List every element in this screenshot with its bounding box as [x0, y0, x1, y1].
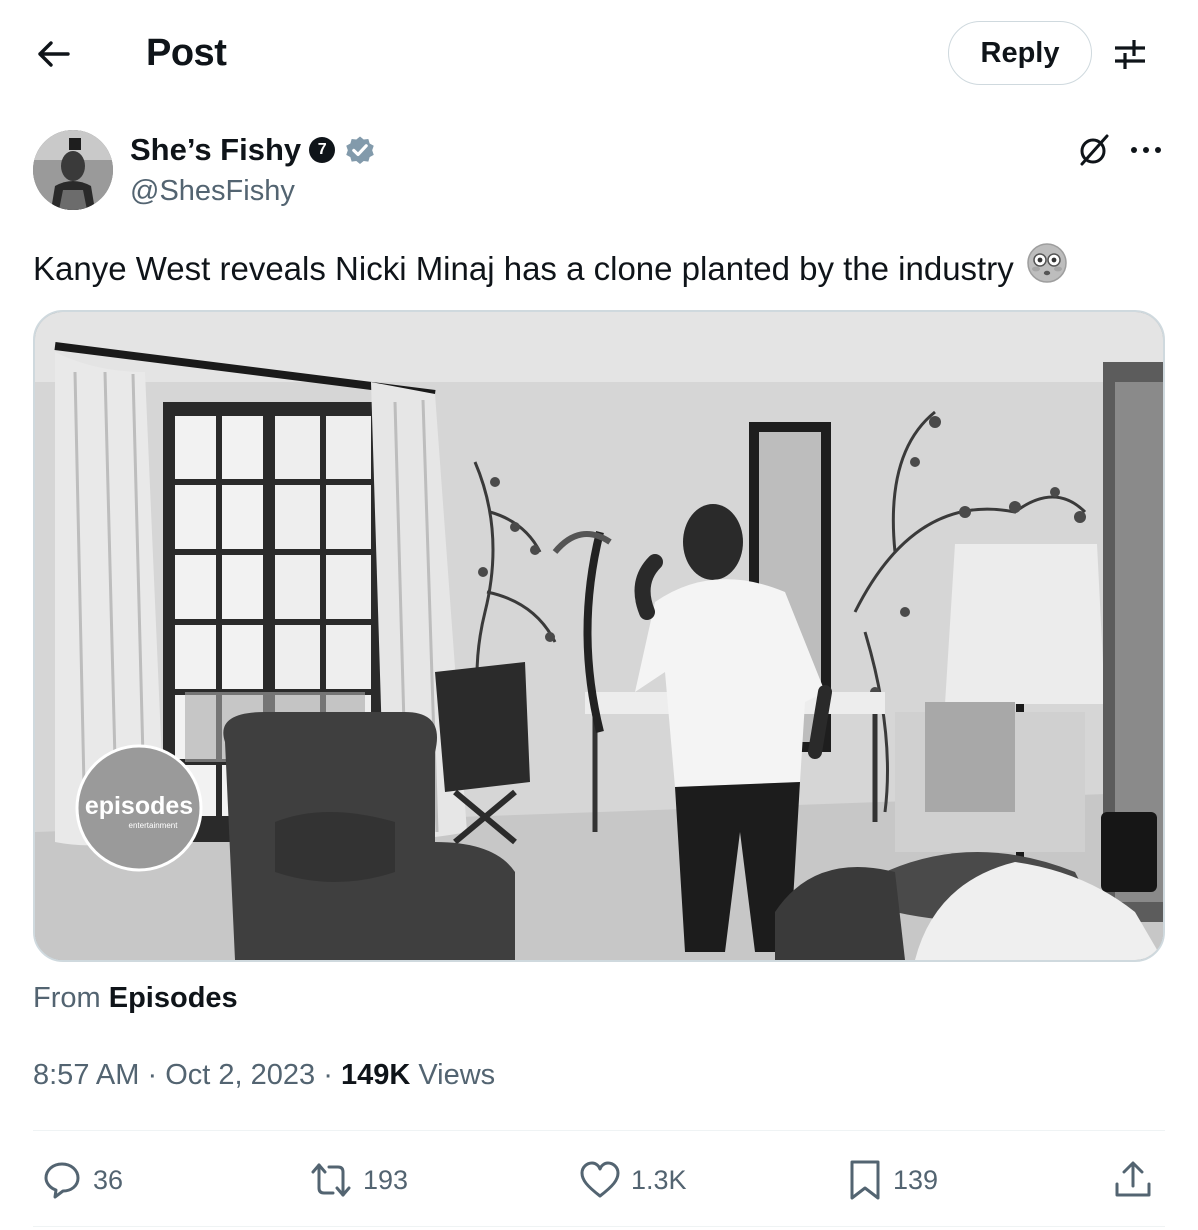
divider — [33, 1130, 1165, 1131]
bookmark-icon — [850, 1160, 880, 1200]
meta-separator: · — [323, 1059, 333, 1091]
watermark-text: episodes — [85, 792, 193, 820]
post-text: Kanye West reveals Nicki Minaj has a clo… — [33, 242, 1068, 295]
source-name: Episodes — [108, 982, 238, 1014]
sliders-icon — [1115, 40, 1145, 69]
affiliate-badge: 7 — [309, 137, 336, 163]
reply-action[interactable]: 36 — [41, 1152, 123, 1208]
settings-button[interactable] — [1106, 30, 1154, 78]
more-icon — [1131, 147, 1161, 153]
like-count: 1.3K — [631, 1164, 687, 1195]
meta-separator: · — [147, 1059, 158, 1091]
like-action[interactable]: 1.3K — [579, 1152, 687, 1208]
back-button[interactable] — [30, 30, 78, 78]
media-source[interactable]: From Episodes — [33, 980, 238, 1016]
repost-icon — [311, 1163, 351, 1197]
author-handle[interactable]: @ShesFishy — [130, 173, 295, 209]
reply-count: 36 — [93, 1164, 124, 1195]
source-prefix: From — [33, 982, 101, 1014]
top-bar: Post Reply — [0, 0, 1198, 106]
post-time[interactable]: 8:57 AM — [33, 1059, 139, 1091]
post-text-content: Kanye West reveals Nicki Minaj has a clo… — [33, 249, 1014, 287]
more-options-button[interactable] — [1124, 128, 1168, 172]
reply-button[interactable]: Reply — [948, 21, 1092, 85]
bookmark-count: 139 — [893, 1164, 939, 1195]
heart-icon — [580, 1161, 620, 1198]
post-date[interactable]: Oct 2, 2023 — [165, 1059, 315, 1091]
repost-action[interactable]: 193 — [309, 1152, 408, 1208]
reply-icon — [44, 1162, 80, 1199]
video-player[interactable]: episodes entertainment — [33, 310, 1165, 962]
bookmark-action[interactable]: 139 — [847, 1152, 938, 1208]
page-title: Post — [146, 32, 227, 74]
verified-badge-icon — [346, 136, 374, 165]
share-action[interactable] — [1113, 1152, 1153, 1208]
author-display-name: She’s Fishy — [130, 132, 302, 167]
share-icon — [1115, 1161, 1151, 1197]
views-count: 149K — [340, 1059, 411, 1091]
watermark-subtext: entertainment — [129, 821, 179, 830]
action-bar: 36 193 1.3K 139 — [33, 1152, 1165, 1208]
divider — [33, 1226, 1165, 1227]
arrow-left-icon — [38, 41, 70, 67]
repost-count: 193 — [363, 1164, 409, 1195]
author-name[interactable]: She’s Fishy 7 — [130, 131, 377, 169]
views-label: Views — [418, 1059, 496, 1091]
episodes-watermark: episodes entertainment — [75, 744, 203, 872]
video-thumbnail: episodes entertainment — [35, 312, 1163, 960]
post-metadata: 8:57 AM · Oct 2, 2023 · 149K Views — [33, 1057, 495, 1093]
flushed-face-emoji-icon — [1026, 242, 1068, 295]
grok-button[interactable] — [1072, 128, 1116, 172]
grok-icon — [1080, 134, 1109, 166]
avatar-image — [33, 130, 113, 210]
author-avatar[interactable] — [33, 130, 113, 210]
